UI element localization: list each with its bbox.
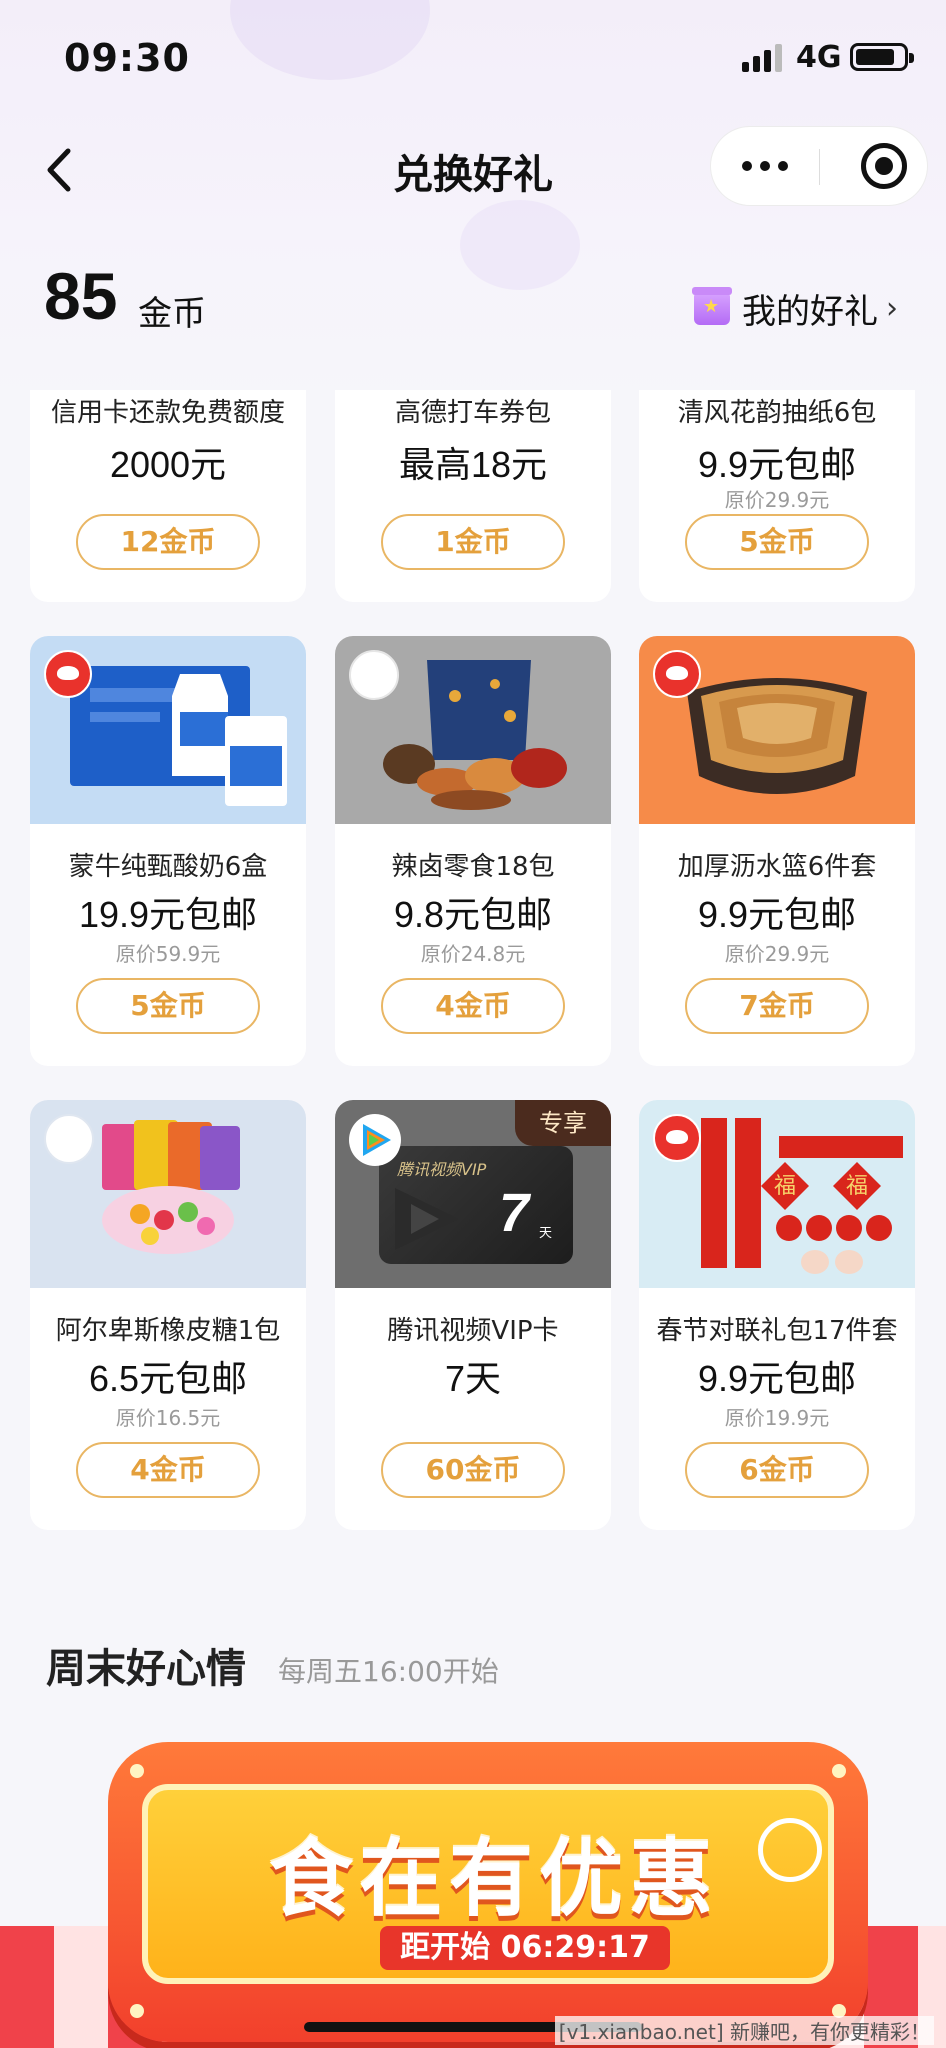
promo-banner[interactable]: 食在有优惠 距开始 06:29:17 xyxy=(0,1700,946,2048)
product-card[interactable]: 蒙牛纯甄酸奶6盒 19.9元包邮 原价59.9元 5金币 xyxy=(30,636,306,1066)
product-name: 加厚沥水篮6件套 xyxy=(677,852,877,882)
chevron-right-icon: › xyxy=(886,290,898,326)
capsule-divider xyxy=(819,149,820,185)
coin-unit: 金币 xyxy=(138,294,206,334)
tencent-video-logo-icon xyxy=(349,1114,401,1166)
more-dots-icon[interactable] xyxy=(711,127,819,205)
product-name: 蒙牛纯甄酸奶6盒 xyxy=(68,852,268,882)
network-label: 4G xyxy=(796,40,842,75)
original-price: 原价19.9元 xyxy=(724,1406,830,1430)
product-card[interactable]: 信用卡还款免费额度 2000元 12金币 xyxy=(30,390,306,602)
redeem-button[interactable]: 12金币 xyxy=(76,514,260,570)
mini-program-capsule xyxy=(710,126,928,206)
product-price: 7天 xyxy=(444,1358,502,1399)
product-card[interactable]: 腾讯视频VIP 7 天 专享 腾讯视频VIP卡 7天 60金币 xyxy=(335,1100,611,1530)
product-card[interactable]: 加厚沥水篮6件套 9.9元包邮 原价29.9元 7金币 xyxy=(639,636,915,1066)
product-price: 最高18元 xyxy=(398,444,548,485)
product-card[interactable]: 辣卤零食18包 9.8元包邮 原价24.8元 4金币 xyxy=(335,636,611,1066)
status-time: 09:30 xyxy=(64,36,190,80)
signal-icon xyxy=(742,44,784,72)
product-grid: 信用卡还款免费额度 2000元 12金币 高德打车券包 最高18元 1金币 清风… xyxy=(0,390,946,1540)
brand-logo-icon xyxy=(44,650,92,698)
exclusive-tag: 专享 xyxy=(515,1100,611,1146)
redeem-button[interactable]: 5金币 xyxy=(685,514,869,570)
product-name: 阿尔卑斯橡皮糖1包 xyxy=(55,1316,281,1346)
product-price: 9.9元包邮 xyxy=(697,444,857,485)
vip-card-product-image: 腾讯视频VIP 7 天 专享 xyxy=(335,1100,611,1288)
watermark-text: [v1.xianbao.net] 新赚吧，有你更精彩！ xyxy=(554,2016,934,2045)
redeem-button[interactable]: 1金币 xyxy=(381,514,565,570)
redeem-button[interactable]: 60金币 xyxy=(381,1442,565,1498)
vip-day-unit: 天 xyxy=(539,1226,553,1241)
banner-panel: 食在有优惠 距开始 06:29:17 xyxy=(142,1784,834,1984)
fu-char: 福 xyxy=(774,1174,796,1199)
redeem-button[interactable]: 5金币 xyxy=(76,978,260,1034)
product-name: 春节对联礼包17件套 xyxy=(656,1316,898,1346)
brand-logo-icon xyxy=(653,650,701,698)
redeem-button[interactable]: 4金币 xyxy=(381,978,565,1034)
redeem-button[interactable]: 7金币 xyxy=(685,978,869,1034)
banner-title: 食在有优惠 xyxy=(268,1830,719,1928)
product-price: 9.8元包邮 xyxy=(393,894,553,935)
product-name: 清风花韵抽纸6包 xyxy=(677,398,877,428)
banner-frame: 食在有优惠 距开始 06:29:17 xyxy=(108,1742,868,2042)
original-price: 原价59.9元 xyxy=(115,942,221,966)
battery-icon xyxy=(850,43,914,71)
section-title: 周末好心情 xyxy=(46,1646,246,1692)
product-name: 腾讯视频VIP卡 xyxy=(387,1316,559,1346)
product-card[interactable]: 清风花韵抽纸6包 9.9元包邮 原价29.9元 5金币 xyxy=(639,390,915,602)
snack-product-image xyxy=(335,636,611,824)
original-price: 原价16.5元 xyxy=(115,1406,221,1430)
countdown-timer: 距开始 06:29:17 xyxy=(380,1926,670,1970)
my-gifts-link[interactable]: 我的好礼 › xyxy=(692,284,898,332)
vip-card-label: 腾讯视频VIP xyxy=(397,1160,487,1179)
product-price: 9.9元包邮 xyxy=(697,1358,857,1399)
sun-icon xyxy=(758,1818,822,1882)
my-gifts-label: 我的好礼 xyxy=(742,291,878,332)
vip-days: 7 xyxy=(499,1183,530,1243)
couplet-product-image: 福 福 xyxy=(639,1100,915,1288)
gift-box-icon xyxy=(692,287,732,325)
original-price: 原价29.9元 xyxy=(724,488,830,512)
product-price: 2000元 xyxy=(109,444,227,485)
vip-card: 腾讯视频VIP 7 天 xyxy=(379,1146,573,1264)
coin-balance: 85 xyxy=(44,259,118,333)
status-bar: 09:30 4G xyxy=(0,0,946,120)
basket-product-image xyxy=(639,636,915,824)
product-name: 辣卤零食18包 xyxy=(391,852,555,882)
yogurt-product-image xyxy=(30,636,306,824)
redeem-button[interactable]: 4金币 xyxy=(76,1442,260,1498)
gummy-candy-product-image xyxy=(30,1100,306,1288)
product-price: 19.9元包邮 xyxy=(78,894,258,935)
alpenliebe-logo xyxy=(44,1114,94,1164)
snack-brand-logo xyxy=(349,650,399,700)
product-price: 9.9元包邮 xyxy=(697,894,857,935)
close-target-icon[interactable] xyxy=(861,143,907,189)
product-price: 6.5元包邮 xyxy=(88,1358,248,1399)
redeem-button[interactable]: 6金币 xyxy=(685,1442,869,1498)
product-card[interactable]: 阿尔卑斯橡皮糖1包 6.5元包邮 原价16.5元 4金币 xyxy=(30,1100,306,1530)
product-name: 高德打车券包 xyxy=(394,398,551,428)
original-price: 原价29.9元 xyxy=(724,942,830,966)
fu-char: 福 xyxy=(846,1174,868,1199)
product-card[interactable]: 高德打车券包 最高18元 1金币 xyxy=(335,390,611,602)
product-name: 信用卡还款免费额度 xyxy=(50,398,285,428)
original-price: 原价24.8元 xyxy=(420,942,526,966)
brand-logo-icon xyxy=(653,1114,701,1162)
product-card[interactable]: 福 福 春节对联礼包17件套 9.9元包邮 原价19.9元 6金币 xyxy=(639,1100,915,1530)
section-subtitle: 每周五16:00开始 xyxy=(278,1655,499,1688)
